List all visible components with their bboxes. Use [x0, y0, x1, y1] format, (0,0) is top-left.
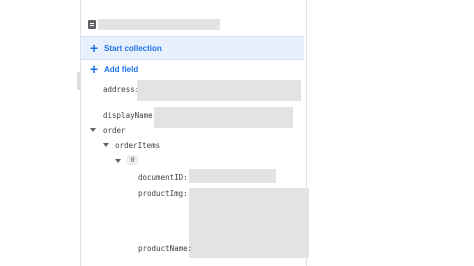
expand-order-caret[interactable]: [90, 128, 96, 132]
field-value-productimg-redacted: [189, 188, 309, 258]
document-icon: [88, 20, 96, 29]
plus-icon: +: [89, 40, 99, 56]
field-value-address-redacted: [137, 80, 301, 101]
field-value-documentid-redacted: [189, 169, 276, 183]
field-value-displayname-redacted: [154, 107, 293, 128]
start-collection-label: Start collection: [104, 43, 162, 53]
expand-index-0-caret[interactable]: [115, 159, 121, 163]
expand-orderitems-caret[interactable]: [103, 143, 109, 147]
start-collection-button[interactable]: + Start collection: [81, 36, 304, 60]
field-key-displayname: displayName:: [103, 111, 158, 120]
add-field-label: Add field: [104, 64, 139, 74]
field-key-productimg: productImg:: [138, 189, 188, 198]
field-key-order: order: [103, 126, 126, 135]
field-key-documentid: documentID:: [138, 173, 188, 182]
array-index-0: 0: [127, 155, 138, 165]
plus-icon: +: [89, 61, 99, 77]
document-header: [88, 19, 220, 31]
field-key-orderitems: orderItems: [115, 141, 161, 150]
field-key-productname: productName:: [138, 244, 193, 253]
field-key-address: address:: [103, 85, 140, 94]
add-field-button[interactable]: + Add field: [81, 62, 138, 76]
document-name-redacted: [98, 19, 220, 30]
